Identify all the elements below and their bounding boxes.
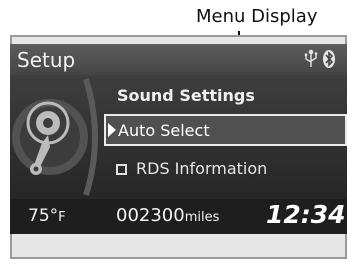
display-bottom-bar: 75°F 002300miles 12:34	[10, 199, 347, 234]
menu-item-rds-information[interactable]: RDS Information	[104, 154, 334, 186]
menu-header: Sound Settings	[117, 86, 255, 105]
menu-item-label: RDS Information	[136, 159, 268, 178]
checkbox-icon[interactable]	[116, 164, 127, 175]
callout-label: Menu Display	[196, 6, 318, 27]
outside-temperature: 75°F	[28, 206, 66, 226]
menu-item-auto-select[interactable]: Auto Select	[104, 114, 347, 146]
temperature-unit: F	[58, 210, 66, 225]
odometer: 002300miles	[116, 205, 219, 226]
screen-title: Setup	[17, 48, 76, 72]
display-top-bar: Setup	[10, 44, 347, 75]
bluetooth-icon	[323, 50, 335, 68]
settings-wrench-icon	[12, 78, 98, 196]
clock: 12:34	[266, 200, 346, 229]
multi-info-display: Setup Sound Settings Auto Select RDS Inf…	[10, 44, 347, 234]
menu-item-label: Auto Select	[118, 121, 210, 140]
odometer-value: 002300	[116, 205, 185, 226]
odometer-unit: miles	[184, 210, 220, 225]
temperature-value: 75°	[28, 206, 59, 226]
menu-area: Sound Settings Auto Select RDS Informati…	[10, 75, 347, 199]
status-icons	[299, 49, 339, 69]
usb-icon	[304, 49, 318, 67]
selection-pointer-icon	[108, 123, 116, 137]
